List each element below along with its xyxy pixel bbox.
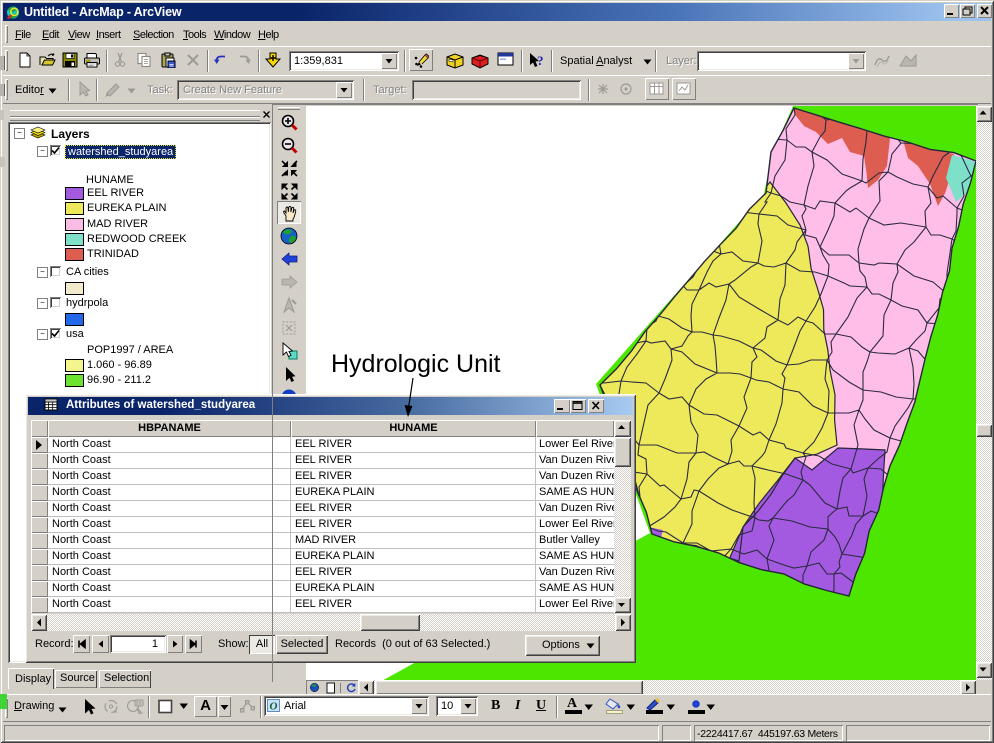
svg-text:?: ?	[537, 53, 544, 68]
svg-text:O: O	[270, 701, 278, 713]
